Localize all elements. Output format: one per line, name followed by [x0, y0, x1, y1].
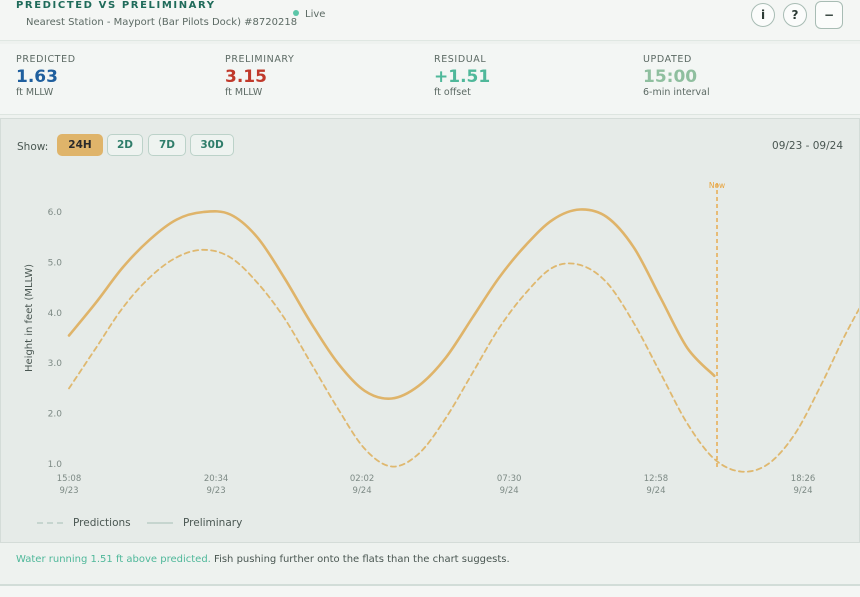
stat-residual: RESIDUAL +1.51 ft offset: [434, 54, 490, 98]
collapse-button[interactable]: −: [815, 1, 843, 29]
bottom-bar: [0, 584, 860, 597]
legend-label: Preliminary: [183, 517, 243, 529]
stat-updated: UPDATED 15:00 6-min interval: [643, 54, 710, 98]
legend-label: Predictions: [73, 517, 131, 529]
legend-solid-swatch: [147, 522, 173, 524]
preliminary-line: [67, 208, 716, 400]
stat-value: 3.15: [225, 67, 267, 87]
now-label: Now: [709, 181, 725, 190]
y-tick-label: 4.0: [48, 309, 63, 319]
x-tick-time: 15:08: [57, 474, 82, 484]
x-tick-date: 9/23: [207, 486, 226, 496]
stat-unit: ft MLLW: [16, 87, 54, 98]
x-tick-date: 9/23: [59, 486, 78, 496]
stat-value: 15:00: [643, 67, 698, 87]
y-tick-label: 5.0: [48, 258, 63, 268]
legend-predictions: Predictions: [37, 517, 131, 529]
station-name: Nearest Station - Mayport (Bar Pilots Do…: [26, 17, 298, 28]
legend-dashed-swatch: [37, 522, 63, 524]
info-icon: i: [760, 8, 766, 22]
help-button[interactable]: ?: [783, 3, 807, 27]
live-indicator: Live: [293, 9, 325, 20]
help-icon: ?: [791, 8, 799, 22]
series-group: [67, 208, 859, 473]
stats-row: PREDICTED 1.63 ft MLLW PRELIMINARY 3.15 …: [0, 44, 860, 115]
stat-label: UPDATED: [643, 54, 692, 65]
stat-unit: 6-min interval: [643, 87, 710, 98]
x-tick-time: 02:02: [350, 474, 375, 484]
x-axis: 15:08 9/23 20:34 9/23 02:02 9/24 07:30 9/24 12:5…: [57, 474, 816, 496]
y-axis-label: Height in feet (MLLW): [24, 264, 35, 372]
stat-label: RESIDUAL: [434, 54, 487, 65]
live-dot-icon: [293, 10, 299, 16]
info-button[interactable]: i: [751, 3, 775, 27]
tide-chart: 1.0 2.0 3.0 4.0 5.0 6.0 15:08 9/23 20:34 9/23 02:…: [24, 181, 859, 496]
x-tick-time: 20:34: [204, 474, 229, 484]
footer-text: Fish pushing further onto the flats than…: [210, 554, 510, 565]
x-tick-date: 9/24: [353, 486, 372, 496]
chart-panel: Show: 24H 2D 7D 30D 09/23 - 09/24 1.0 2.0…: [0, 118, 860, 543]
y-tick-label: 2.0: [48, 410, 63, 420]
footer-note: Water running 1.51 ft above predicted. F…: [16, 554, 510, 565]
x-tick-date: 9/24: [500, 486, 519, 496]
stat-label: PRELIMINARY: [225, 54, 295, 65]
footer-highlight: Water running 1.51 ft above predicted.: [16, 554, 211, 565]
y-axis: 1.0 2.0 3.0 4.0 5.0 6.0: [48, 208, 63, 470]
x-tick-time: 07:30: [497, 474, 522, 484]
stat-value: 1.63: [16, 67, 58, 87]
widget-title: PREDICTED VS PRELIMINARY: [16, 0, 216, 11]
stat-predicted: PREDICTED 1.63 ft MLLW: [16, 54, 76, 98]
widget-header: PREDICTED VS PRELIMINARY Nearest Station…: [0, 0, 860, 41]
stat-preliminary: PRELIMINARY 3.15 ft MLLW: [225, 54, 294, 98]
stat-value: +1.51: [434, 67, 491, 87]
minus-icon: −: [823, 8, 835, 22]
now-marker: Now: [709, 181, 725, 469]
stat-unit: ft MLLW: [225, 87, 263, 98]
x-tick-date: 9/24: [646, 486, 665, 496]
live-label: Live: [305, 9, 326, 20]
legend-preliminary: Preliminary: [147, 517, 242, 529]
x-tick-time: 18:26: [791, 474, 816, 484]
x-tick-date: 9/24: [793, 486, 812, 496]
predictions-line: [68, 248, 859, 473]
stat-unit: ft offset: [434, 87, 471, 98]
stat-label: PREDICTED: [16, 54, 76, 65]
x-tick-time: 12:58: [644, 474, 669, 484]
y-tick-label: 3.0: [48, 359, 63, 369]
y-tick-label: 1.0: [48, 460, 63, 470]
y-tick-label: 6.0: [48, 208, 63, 218]
